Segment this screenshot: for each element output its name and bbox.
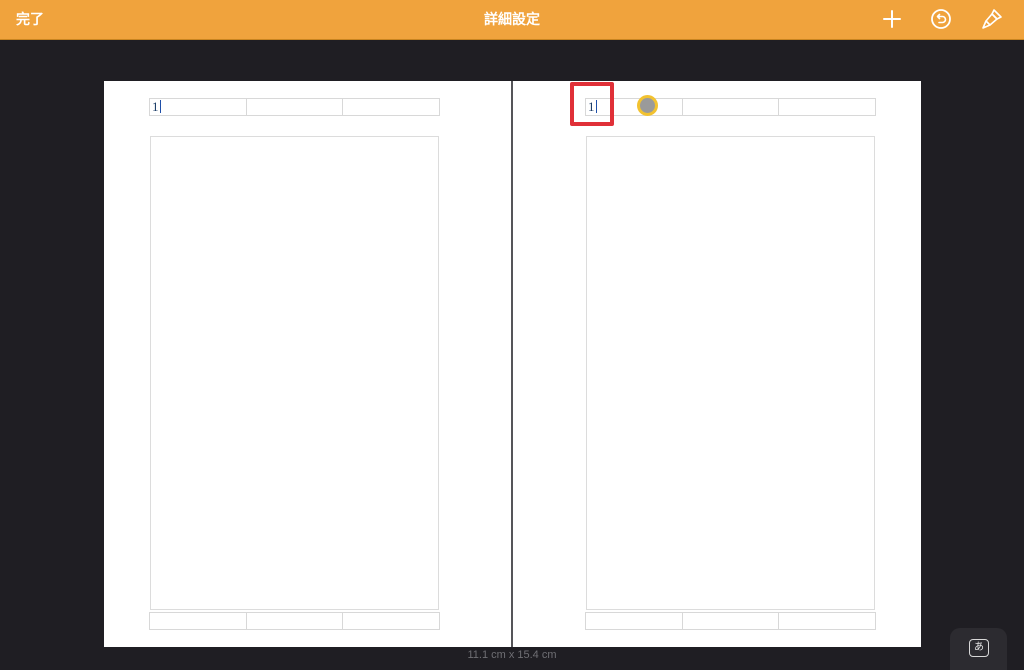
left-footer-cell-2[interactable]	[245, 612, 344, 630]
left-page-header-row: 1	[149, 98, 441, 116]
left-header-cell-text: 1	[152, 99, 159, 114]
left-page[interactable]: 1	[104, 81, 512, 647]
left-header-cell-2[interactable]	[245, 98, 344, 116]
keyboard-icon: あ	[969, 639, 989, 657]
left-body-frame[interactable]	[150, 136, 439, 610]
keyboard-toggle-button[interactable]: あ	[950, 628, 1007, 670]
brush-icon[interactable]	[980, 7, 1004, 31]
left-header-cell-3[interactable]	[342, 98, 441, 116]
right-footer-cell-1[interactable]	[585, 612, 683, 630]
text-caret	[159, 100, 161, 113]
right-footer-cell-2[interactable]	[681, 612, 780, 630]
left-footer-cell-1[interactable]	[149, 612, 247, 630]
right-page[interactable]: 1	[513, 81, 921, 647]
done-button[interactable]: 完了	[16, 0, 44, 40]
page-title: 詳細設定	[484, 11, 540, 27]
left-page-footer-row	[149, 612, 441, 630]
plus-icon[interactable]	[880, 7, 904, 31]
right-page-header-row: 1	[585, 98, 877, 116]
left-footer-cell-3[interactable]	[342, 612, 441, 630]
right-footer-cell-3[interactable]	[778, 612, 877, 630]
top-toolbar: 完了 詳細設定	[0, 0, 1024, 40]
right-page-footer-row	[585, 612, 877, 630]
right-header-cell-3[interactable]	[778, 98, 877, 116]
undo-icon[interactable]	[929, 7, 953, 31]
right-body-frame[interactable]	[586, 136, 875, 610]
highlight-box	[570, 82, 614, 126]
right-header-cell-2[interactable]	[681, 98, 780, 116]
left-header-cell-1[interactable]: 1	[149, 98, 247, 116]
touch-indicator	[637, 95, 658, 116]
page-size-label: 11.1 cm x 15.4 cm	[467, 649, 557, 661]
